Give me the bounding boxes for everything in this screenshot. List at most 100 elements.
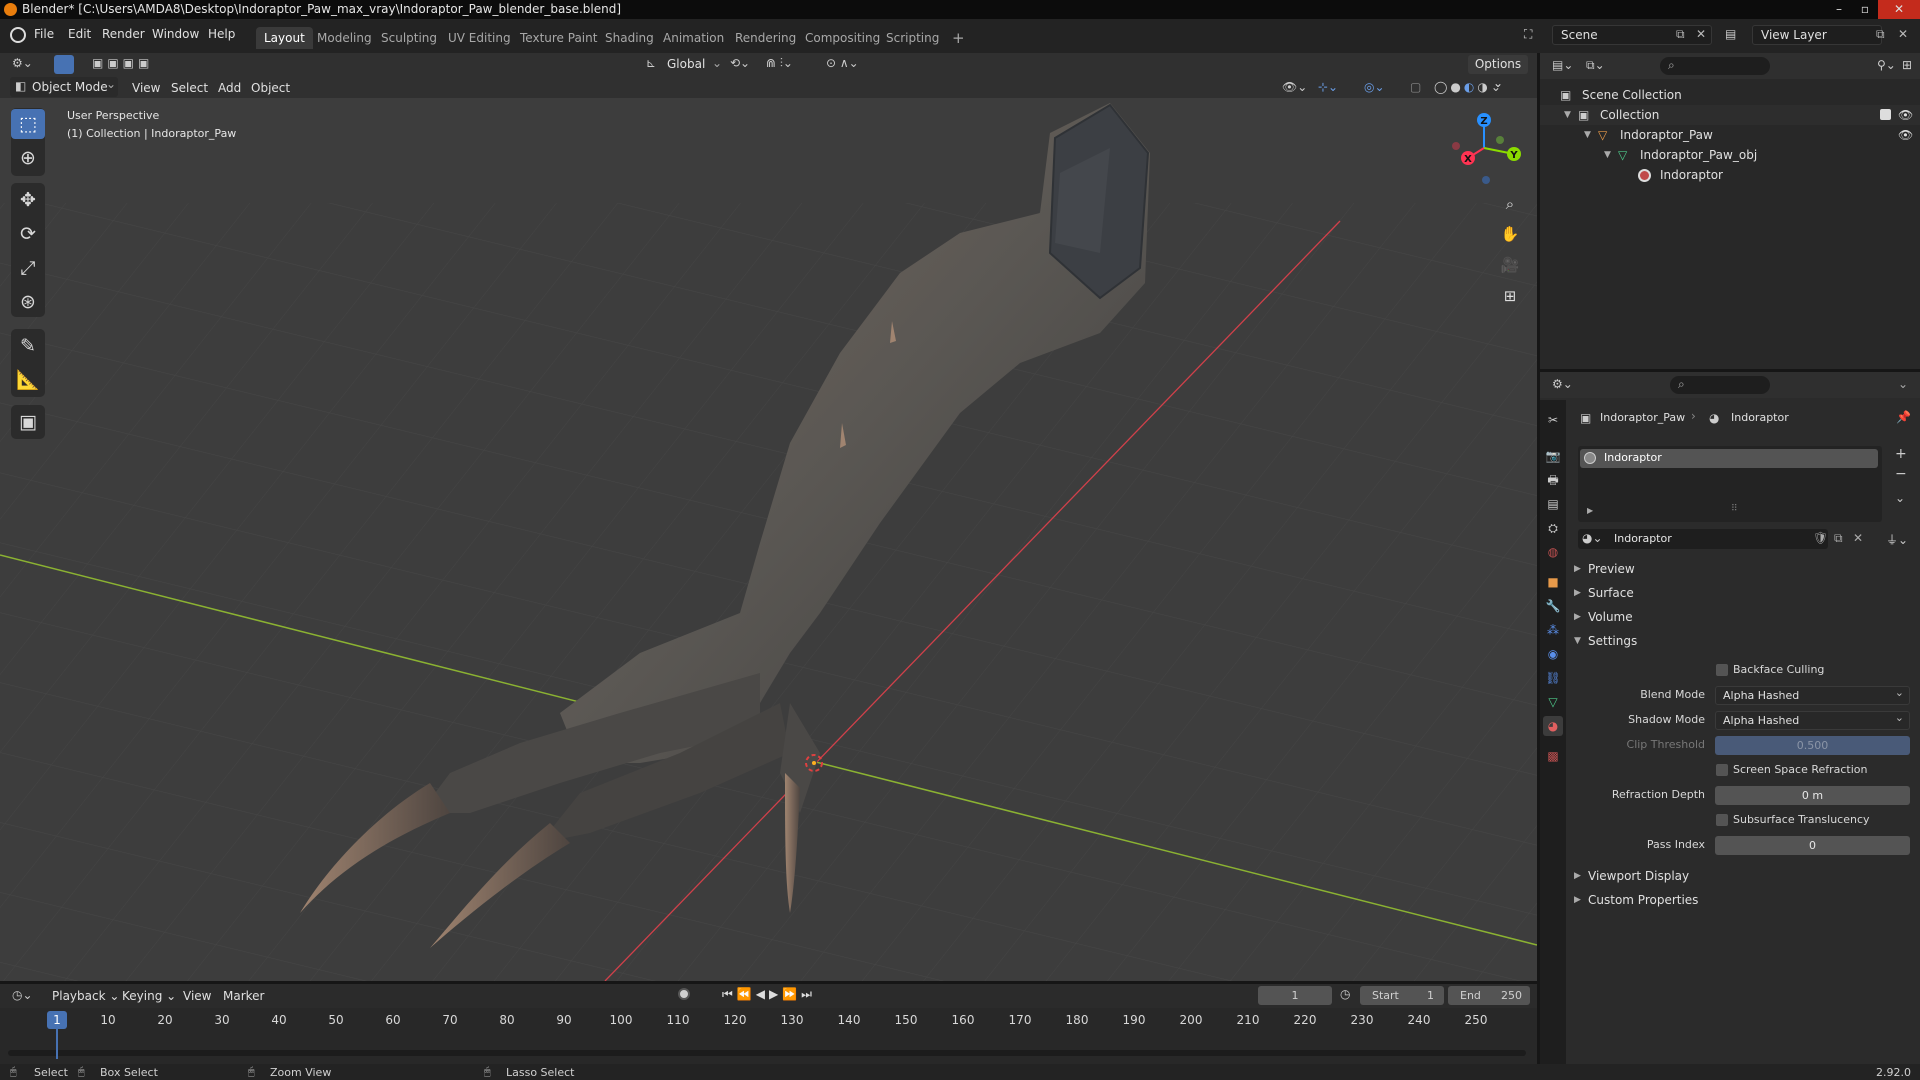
close-button[interactable]: ✕ [1878, 0, 1920, 19]
outliner-row-material[interactable]: Indoraptor [1540, 165, 1920, 185]
maximize-button[interactable]: ▫ [1852, 0, 1878, 19]
tab-texture-paint[interactable]: Texture Paint [512, 27, 605, 49]
browse-material-icon[interactable]: ◕⌄ [1582, 531, 1603, 545]
tab-animation[interactable]: Animation [655, 27, 732, 49]
screen-space-refraction-checkbox[interactable] [1716, 764, 1728, 776]
area-divider-horizontal[interactable] [1540, 369, 1920, 372]
menu-help[interactable]: Help [208, 27, 235, 41]
chevron-down-icon[interactable]: ⌄ [1898, 377, 1908, 391]
minimize-button[interactable]: – [1826, 0, 1852, 19]
timeline-scrollbar[interactable] [8, 1050, 1526, 1056]
view-layer-selector[interactable]: View Layer [1752, 25, 1882, 45]
pass-index-field[interactable]: 0 [1715, 836, 1910, 855]
new-scene-icon[interactable]: ⧉ [1676, 27, 1685, 42]
camera-view-icon[interactable]: 🎥 [1496, 251, 1524, 279]
playback-controls[interactable]: ⏮⏪◀▶⏩⏭ [722, 987, 816, 1002]
tab-uv-editing[interactable]: UV Editing [440, 27, 519, 49]
current-frame-field[interactable]: 1 [1258, 986, 1332, 1005]
timeline-menu-playback[interactable]: Playback ⌄ [52, 986, 119, 1006]
refraction-depth-field[interactable]: 0 m [1715, 786, 1910, 805]
slot-specials-icon[interactable]: ⌄ [1895, 491, 1905, 505]
menu-render[interactable]: Render [102, 27, 145, 41]
display-mode-icon[interactable]: ⧉⌄ [1586, 58, 1605, 73]
unlink-material-icon[interactable]: ✕ [1853, 531, 1863, 545]
select-mode-icon[interactable] [54, 55, 74, 74]
blender-menu-icon[interactable] [10, 27, 26, 43]
clip-threshold-field[interactable]: 0.500 [1715, 736, 1910, 755]
scene-tab-icon[interactable]: ⛭ [1543, 518, 1563, 538]
outliner-search-input[interactable]: ⌕ [1660, 57, 1770, 75]
view-layer-icon[interactable]: ▤ [1725, 27, 1736, 41]
viewport-menu-select[interactable]: Select [171, 78, 208, 98]
render-tab-icon[interactable]: 📷 [1543, 446, 1563, 466]
eye-icon[interactable]: 👁 [1898, 105, 1913, 125]
menu-window[interactable]: Window [152, 27, 199, 41]
output-tab-icon[interactable]: 🖶 [1543, 470, 1563, 490]
cursor-tool[interactable]: ⊕ [11, 143, 45, 173]
physics-tab-icon[interactable]: ◉ [1543, 644, 1563, 664]
ortho-grid-icon[interactable]: ⊞ [1496, 282, 1524, 310]
options-button[interactable]: Options ⌄ [1468, 55, 1528, 90]
add-cube-tool[interactable]: ▣ [11, 407, 45, 437]
outliner-row-collection[interactable]: ▼ ▣ Collection 👁 [1540, 105, 1920, 125]
delete-scene-icon[interactable]: ✕ [1696, 27, 1706, 41]
move-tool[interactable]: ✥ [11, 185, 45, 215]
object-tab-icon[interactable]: ■ [1543, 572, 1563, 592]
view-layer-tab-icon[interactable]: ▤ [1543, 494, 1563, 514]
collection-checkbox[interactable] [1880, 109, 1891, 120]
delete-view-layer-icon[interactable]: ✕ [1898, 27, 1908, 41]
viewport-menu-add[interactable]: Add [218, 78, 241, 98]
viewport-menu-view[interactable]: View [132, 78, 160, 98]
blend-mode-dropdown[interactable]: Alpha Hashed [1715, 684, 1910, 705]
select-box-tool[interactable]: ⬚ [11, 109, 45, 139]
zoom-icon[interactable]: ⌕ [1496, 190, 1524, 218]
mode-selector[interactable]: ◧ Object Mode ⌄ [10, 77, 118, 97]
timeline-menu-marker[interactable]: Marker [223, 986, 264, 1006]
panel-preview[interactable]: ▶ Preview [1574, 558, 1914, 580]
transform-orientation-icon[interactable]: ⊾ [646, 56, 656, 70]
measure-tool[interactable]: 📐 [11, 365, 45, 395]
transform-tool[interactable]: ⊛ [11, 287, 45, 317]
new-collection-icon[interactable]: ⊞ [1902, 58, 1912, 72]
expand-list-icon[interactable]: ▶ [1587, 506, 1593, 515]
scene-icon[interactable]: ⛶ [1524, 27, 1532, 42]
menu-file[interactable]: File [34, 27, 54, 41]
tab-rendering[interactable]: Rendering [727, 27, 804, 49]
transform-orientation-dropdown[interactable]: Global [667, 54, 705, 74]
selection-mode-icons[interactable]: ▣▣▣▣ [92, 56, 153, 70]
navigation-gizmo[interactable]: Z Y X [1446, 108, 1526, 192]
expand-icon[interactable]: ▼ [1564, 105, 1571, 125]
tab-modeling[interactable]: Modeling [309, 27, 380, 49]
material-selector[interactable]: ◕⌄ Indoraptor [1578, 529, 1828, 549]
record-button[interactable] [678, 988, 690, 1000]
duplicate-material-icon[interactable]: ⧉ [1834, 531, 1843, 546]
properties-search-input[interactable]: ⌕ [1670, 376, 1770, 394]
shading-mode-icons[interactable]: ◯●◐◑⌄ [1434, 80, 1504, 94]
resize-handle-icon[interactable]: ⠿ [1731, 504, 1738, 514]
tab-scripting[interactable]: Scripting [878, 27, 947, 49]
backface-culling-checkbox[interactable] [1716, 664, 1728, 676]
outliner-row-object[interactable]: ▼ ▽ Indoraptor_Paw 👁 [1540, 125, 1920, 145]
expand-icon[interactable]: ▼ [1584, 125, 1591, 145]
tab-layout[interactable]: Layout [256, 27, 313, 49]
pan-hand-icon[interactable]: ✋ [1496, 220, 1524, 248]
gizmo-toggle-icon[interactable]: ⊹⌄ [1318, 80, 1338, 94]
area-divider[interactable] [1537, 53, 1540, 1064]
start-frame-field[interactable]: Start 1 [1360, 986, 1444, 1005]
timeline-editor-type-icon[interactable]: ◷⌄ [12, 988, 33, 1002]
panel-volume[interactable]: ▶ Volume [1574, 606, 1914, 628]
panel-viewport-display[interactable]: ▶ Viewport Display [1574, 865, 1914, 887]
snap-icon[interactable]: ⋒ ⫶⌄ [766, 56, 793, 71]
tab-compositing[interactable]: Compositing [797, 27, 888, 49]
timeline-menu-keying[interactable]: Keying ⌄ [122, 986, 176, 1006]
end-frame-field[interactable]: End 250 [1448, 986, 1530, 1005]
shadow-mode-dropdown[interactable]: Alpha Hashed [1715, 709, 1910, 730]
expand-icon[interactable]: ▼ [1604, 145, 1611, 165]
particles-tab-icon[interactable]: ⁂ [1543, 620, 1563, 640]
current-frame-indicator[interactable]: 1 [47, 1011, 67, 1029]
annotate-tool[interactable]: ✎ [11, 331, 45, 361]
properties-editor-type-icon[interactable]: ⚙⌄ [1552, 377, 1573, 391]
3d-viewport[interactable] [0, 53, 1537, 981]
subsurface-translucency-checkbox[interactable] [1716, 814, 1728, 826]
rotate-tool[interactable]: ⟳ [11, 219, 45, 249]
